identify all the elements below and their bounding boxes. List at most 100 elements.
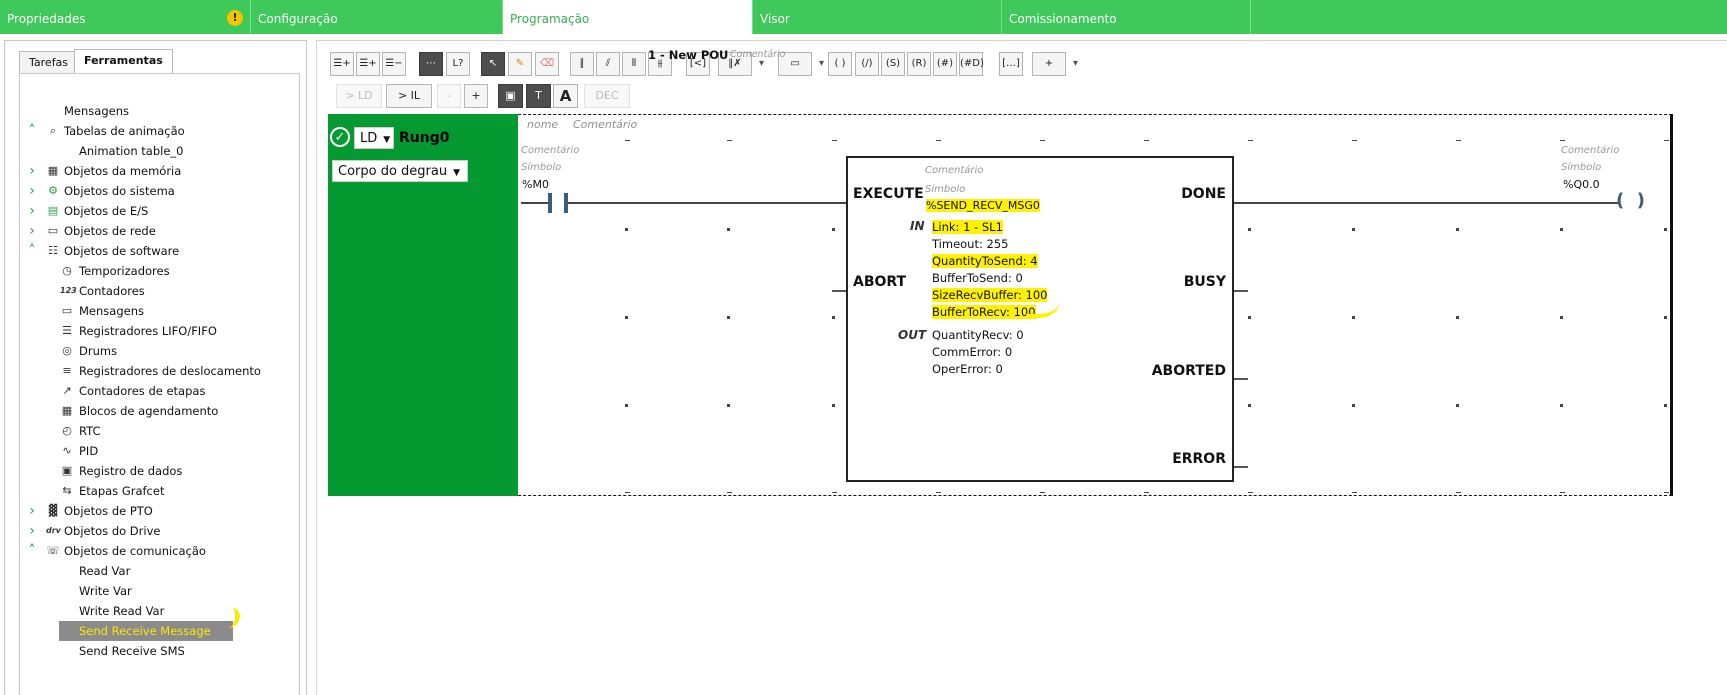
- param-link[interactable]: Link: 1 - SL1: [932, 220, 1003, 234]
- param-buffer-to-send[interactable]: BufferToSend: 0: [932, 271, 1023, 285]
- rung-comment-field[interactable]: Comentário: [573, 118, 637, 131]
- tree-item[interactable]: Animation table_0: [26, 141, 296, 161]
- tree-item[interactable]: › ▓ Objetos de PTO: [26, 501, 296, 521]
- coil-icon[interactable]: ( ): [1616, 190, 1645, 211]
- tree-item[interactable]: › ▭ Objetos de rede: [26, 221, 296, 241]
- font-size-icon[interactable]: A: [553, 84, 578, 108]
- contact-left-bar[interactable]: [548, 193, 552, 213]
- tree-item[interactable]: ˄ ☏ Objetos de comunicação: [26, 541, 296, 561]
- tab-visor[interactable]: Visor: [753, 0, 1002, 34]
- contact-nc-icon[interactable]: ⫽: [596, 52, 620, 76]
- delete-branch-icon[interactable]: ☰−: [382, 52, 406, 76]
- param-buffer-to-recv[interactable]: BufferToRecv: 100: [932, 305, 1036, 319]
- network-icon: ▭: [47, 224, 59, 237]
- coil-reset-icon[interactable]: (R): [907, 52, 931, 76]
- collapse-chevron-icon[interactable]: ˄: [26, 121, 38, 141]
- tab-programacao[interactable]: Programação: [503, 0, 753, 34]
- tree-item[interactable]: ⇆ Etapas Grafcet: [26, 481, 296, 501]
- io-grid-icon: ▤: [47, 204, 59, 217]
- coil-comment[interactable]: Comentário: [1561, 145, 1619, 156]
- fb-symbol[interactable]: Símbolo: [925, 184, 965, 195]
- tab-configuracao[interactable]: Configuração: [251, 0, 503, 34]
- pou-comment[interactable]: Comentário: [730, 49, 785, 60]
- symbol-view-icon[interactable]: ⋯: [419, 52, 443, 76]
- coil-set-icon[interactable]: (S): [881, 52, 905, 76]
- tree-item[interactable]: ∿ PID: [26, 441, 296, 461]
- fb-instance[interactable]: %SEND_RECV_MSG0: [926, 199, 1040, 212]
- jump-icon[interactable]: L?: [446, 52, 470, 76]
- rung-body-select[interactable]: Corpo do degrau: [332, 160, 468, 182]
- expand-chevron-icon[interactable]: ›: [26, 521, 38, 541]
- zoom-in-button[interactable]: +: [464, 84, 488, 108]
- coil-pulse-neg-icon[interactable]: (#D): [959, 52, 984, 76]
- tree-item[interactable]: ☰ Registradores LIFO/FIFO: [26, 321, 296, 341]
- tree-item[interactable]: Send Receive SMS: [26, 641, 296, 661]
- tree-item[interactable]: ◴ RTC: [26, 421, 296, 441]
- tab-ferramentas[interactable]: Ferramentas: [74, 49, 173, 73]
- tree-item[interactable]: Mensagens: [26, 101, 296, 121]
- language-select[interactable]: LD: [354, 127, 394, 149]
- param-timeout[interactable]: Timeout: 255: [932, 237, 1008, 251]
- tree-item[interactable]: Send Receive Message: [26, 621, 296, 641]
- eraser-icon[interactable]: ⌫: [535, 52, 559, 76]
- tab-propriedades[interactable]: Propriedades !: [0, 0, 251, 34]
- dec-button[interactable]: DEC: [584, 84, 630, 108]
- tab-comissionamento[interactable]: Comissionamento: [1002, 0, 1251, 34]
- tree-item[interactable]: › drv Objetos do Drive: [26, 521, 296, 541]
- tree-item[interactable]: ≡ Registradores de deslocamento: [26, 361, 296, 381]
- rung-name[interactable]: Rung0: [399, 130, 449, 146]
- tree-item[interactable]: Read Var: [26, 561, 296, 581]
- expand-chevron-icon[interactable]: ›: [26, 201, 38, 221]
- grid-dot: [1664, 316, 1667, 319]
- symbol-toggle-icon[interactable]: T: [526, 84, 551, 108]
- fb-comment[interactable]: Comentário: [925, 165, 983, 176]
- operation-block-icon[interactable]: […]: [999, 52, 1023, 76]
- tree-item[interactable]: ▣ Registro de dados: [26, 461, 296, 481]
- rung-name-field[interactable]: nome: [527, 118, 558, 131]
- coil-negated-icon[interactable]: (/): [855, 52, 879, 76]
- tree-item[interactable]: ◷ Temporizadores: [26, 261, 296, 281]
- pto-icon: ▓: [48, 504, 58, 517]
- pencil-icon[interactable]: ✎: [508, 52, 532, 76]
- tree-item[interactable]: ↗ Contadores de etapas: [26, 381, 296, 401]
- tree-item[interactable]: ◎ Drums: [26, 341, 296, 361]
- zoom-out-button[interactable]: -: [437, 84, 461, 108]
- tree-item-label: Contadores: [79, 284, 145, 298]
- tree-item[interactable]: 123 Contadores: [26, 281, 296, 301]
- collapse-chevron-icon[interactable]: ˄: [26, 241, 38, 261]
- contact-comment[interactable]: Comentário: [521, 145, 579, 156]
- expand-chevron-icon[interactable]: ›: [26, 501, 38, 521]
- convert-to-ld-button[interactable]: > LD: [336, 84, 382, 108]
- contact-rising-icon[interactable]: ⫴: [622, 52, 646, 76]
- collapse-chevron-icon[interactable]: ˄: [26, 541, 38, 561]
- tab-tarefas[interactable]: Tarefas: [19, 51, 79, 73]
- tree-item[interactable]: ˄ ⌕ Tabelas de animação: [26, 121, 296, 141]
- tree-item[interactable]: ▭ Mensagens: [26, 301, 296, 321]
- select-pointer-icon[interactable]: ↖: [481, 52, 505, 76]
- tree-item[interactable]: › ▦ Objetos da memória: [26, 161, 296, 181]
- comment-toggle-icon[interactable]: ▣: [498, 84, 523, 108]
- contact-address[interactable]: %M0: [522, 178, 549, 191]
- param-quantity-to-send[interactable]: QuantityToSend: 4: [932, 254, 1038, 268]
- coil-symbol[interactable]: Símbolo: [1561, 162, 1601, 173]
- tree-item[interactable]: ˄ ☷ Objetos de software: [26, 241, 296, 261]
- tree-item[interactable]: ▦ Blocos de agendamento: [26, 401, 296, 421]
- grid-dot: [1040, 492, 1045, 493]
- contact-symbol[interactable]: Símbolo: [521, 162, 561, 173]
- coil-pulse-icon[interactable]: (#): [933, 52, 957, 76]
- insert-branch-icon[interactable]: ☰+: [330, 52, 354, 76]
- contact-no-icon[interactable]: ∥: [570, 52, 594, 76]
- tree-item[interactable]: › ⚙ Objetos do sistema: [26, 181, 296, 201]
- expand-chevron-icon[interactable]: ›: [26, 221, 38, 241]
- coil-icon[interactable]: ( ): [828, 52, 852, 76]
- tree-item[interactable]: › ▤ Objetos de E/S: [26, 201, 296, 221]
- insert-branch-after-icon[interactable]: ☰+: [356, 52, 380, 76]
- coil-address[interactable]: %Q0.0: [1563, 178, 1600, 191]
- send-recv-msg-block[interactable]: Comentário Símbolo %SEND_RECV_MSG0 EXECU…: [846, 156, 1234, 482]
- tree-item[interactable]: Write Read Var: [26, 601, 296, 621]
- expand-chevron-icon[interactable]: ›: [26, 181, 38, 201]
- expand-chevron-icon[interactable]: ›: [26, 161, 38, 181]
- convert-to-il-button[interactable]: > IL: [386, 84, 432, 108]
- add-element-icon[interactable]: +: [1032, 52, 1078, 76]
- tree-item[interactable]: Write Var: [26, 581, 296, 601]
